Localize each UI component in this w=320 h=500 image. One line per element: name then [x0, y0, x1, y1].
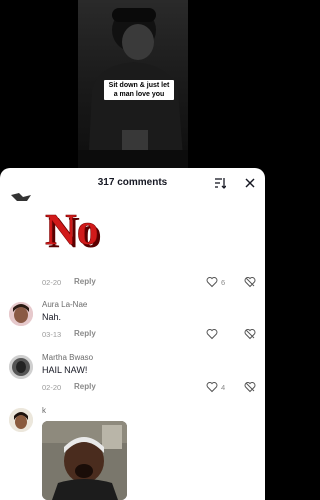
heart-icon[interactable]	[206, 381, 218, 393]
dislike-icon[interactable]	[244, 328, 256, 340]
gif-image	[42, 421, 127, 500]
avatar-image	[9, 355, 33, 379]
comment-text: Nah.	[42, 312, 62, 322]
avatar-image	[9, 408, 33, 432]
comment-author[interactable]: Aura La-Nae	[42, 300, 87, 309]
comments-header: 317 comments	[0, 168, 265, 196]
dislike-icon[interactable]	[244, 276, 256, 288]
comment-author[interactable]: k	[42, 406, 46, 415]
video-player[interactable]: Sit down & just let a man love you	[0, 0, 265, 170]
video-caption: Sit down & just let a man love you	[104, 80, 174, 100]
sticker-text: No	[45, 205, 99, 253]
like-count: 4	[221, 383, 226, 392]
comment-text: HAIL NAW!	[42, 365, 88, 375]
like-count: 6	[221, 278, 226, 287]
heart-icon[interactable]	[206, 328, 218, 340]
avatar[interactable]	[9, 408, 33, 432]
sort-icon[interactable]	[214, 177, 226, 189]
heart-icon[interactable]	[206, 276, 218, 288]
avatar-partial	[11, 193, 31, 201]
comment-author[interactable]: Martha Bwaso	[42, 353, 93, 362]
comments-sheet: 317 comments No No 02-20 Reply 6 Aura La…	[0, 168, 265, 500]
comment-gif[interactable]	[42, 421, 127, 500]
avatar[interactable]	[9, 355, 33, 379]
avatar-image	[9, 302, 33, 326]
comment-date: 02-20	[42, 278, 62, 287]
close-icon[interactable]	[244, 177, 256, 189]
dislike-icon[interactable]	[244, 381, 256, 393]
avatar[interactable]	[9, 190, 33, 202]
reply-button[interactable]: Reply	[74, 329, 96, 338]
reply-button[interactable]: Reply	[74, 382, 96, 391]
no-sticker: No No	[45, 205, 102, 253]
reply-button[interactable]: Reply	[74, 277, 96, 286]
comment-date: 02-20	[42, 383, 62, 392]
comment-date: 03-13	[42, 330, 62, 339]
avatar[interactable]	[9, 302, 33, 326]
